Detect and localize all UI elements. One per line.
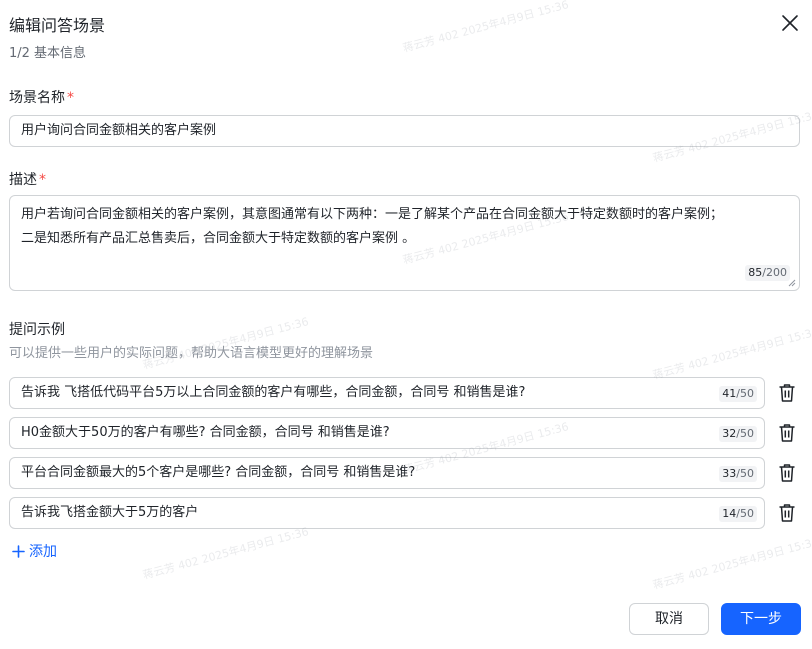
description-textarea[interactable]: 用户若询问合同金额相关的客户案例，其意图通常有以下两种：一是了解某个产品在合同金… [9, 195, 800, 291]
watermark-text: 蒋云芳 402 2025年4月9日 15:36 [141, 525, 311, 582]
description-label: 描述 * [9, 172, 46, 188]
edit-qa-scene-dialog: 编辑问答场景 1/2 基本信息 场景名称 * 用户询问合同金额相关的客户案例 描述… [0, 0, 812, 649]
dialog-title: 编辑问答场景 [9, 16, 106, 35]
watermark-text: 蒋云芳 402 2025年4月9日 15:36 [401, 0, 571, 55]
example-row: 告诉我 飞搭低代码平台5万以上合同金额的客户有哪些，合同金额，合同号 和销售是谁… [9, 377, 799, 409]
example-input[interactable]: 平台合同金额最大的5个客户是哪些? 合同金额，合同号 和销售是谁? 33/50 [9, 457, 765, 489]
scene-name-input[interactable]: 用户询问合同金额相关的客户案例 [9, 115, 800, 147]
delete-icon[interactable] [778, 463, 796, 483]
example-value: 告诉我 飞搭低代码平台5万以上合同金额的客户有哪些，合同金额，合同号 和销售是谁… [21, 385, 526, 400]
example-value: 告诉我飞搭金额大于5万的客户 [21, 505, 199, 520]
step-indicator: 1/2 基本信息 [9, 46, 87, 61]
cancel-button[interactable]: 取消 [629, 603, 709, 635]
add-example-label: 添加 [29, 544, 57, 560]
add-example-button[interactable]: 添加 [12, 541, 57, 561]
required-mark: * [39, 172, 46, 188]
example-char-counter: 41/50 [719, 386, 757, 402]
example-row: 告诉我飞搭金额大于5万的客户 14/50 [9, 497, 799, 529]
scene-name-label: 场景名称 * [9, 90, 74, 106]
example-row: H0金额大于50万的客户有哪些? 合同金额，合同号 和销售是谁? 32/50 [9, 417, 799, 449]
required-mark: * [67, 90, 74, 106]
delete-icon[interactable] [778, 503, 796, 523]
examples-label: 提问示例 [9, 322, 65, 338]
example-row: 平台合同金额最大的5个客户是哪些? 合同金额，合同号 和销售是谁? 33/50 [9, 457, 799, 489]
example-input[interactable]: H0金额大于50万的客户有哪些? 合同金额，合同号 和销售是谁? 32/50 [9, 417, 765, 449]
watermark-text: 蒋云芳 402 2025年4月9日 15:36 [651, 325, 812, 382]
watermark-text: 蒋云芳 402 2025年4月9日 15:36 [651, 535, 812, 592]
example-value: 平台合同金额最大的5个客户是哪些? 合同金额，合同号 和销售是谁? [21, 465, 416, 480]
next-step-button[interactable]: 下一步 [721, 603, 801, 635]
example-char-counter: 14/50 [719, 506, 757, 522]
delete-icon[interactable] [778, 423, 796, 443]
plus-icon [12, 544, 25, 558]
resize-handle-icon[interactable] [788, 279, 796, 287]
delete-icon[interactable] [778, 383, 796, 403]
example-char-counter: 32/50 [719, 426, 757, 442]
scene-name-value: 用户询问合同金额相关的客户案例 [21, 123, 217, 138]
description-line-1: 用户若询问合同金额相关的客户案例，其意图通常有以下两种：一是了解某个产品在合同金… [21, 207, 724, 222]
example-char-counter: 33/50 [719, 466, 757, 482]
example-value: H0金额大于50万的客户有哪些? 合同金额，合同号 和销售是谁? [21, 425, 390, 440]
close-icon[interactable] [780, 13, 800, 33]
description-char-counter: 85/200 [745, 265, 790, 281]
example-input[interactable]: 告诉我飞搭金额大于5万的客户 14/50 [9, 497, 765, 529]
description-line-2: 二是知悉所有产品汇总售卖后，合同金额大于特定数额的客户案例 。 [21, 231, 416, 246]
example-input[interactable]: 告诉我 飞搭低代码平台5万以上合同金额的客户有哪些，合同金额，合同号 和销售是谁… [9, 377, 765, 409]
examples-hint: 可以提供一些用户的实际问题，帮助大语言模型更好的理解场景 [9, 346, 374, 361]
